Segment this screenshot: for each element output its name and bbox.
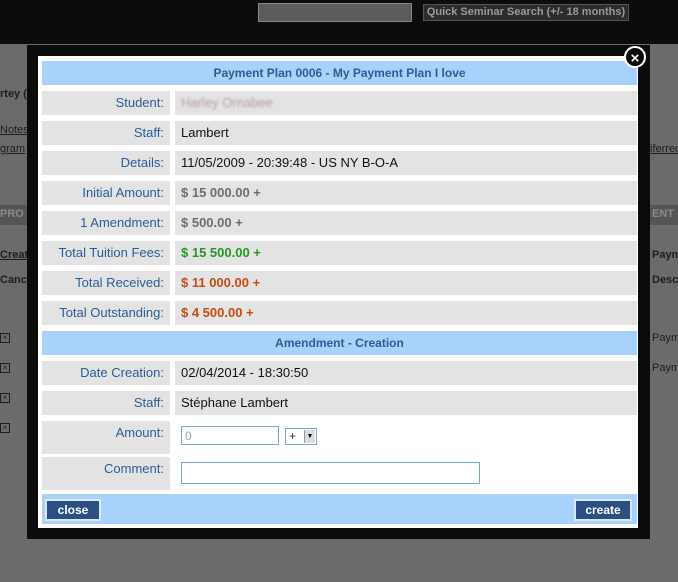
staff-label: Staff: <box>42 121 170 145</box>
background-text: PRO <box>0 208 24 220</box>
total-outstanding-value: $ 4 500.00 + <box>175 301 637 325</box>
background-delete-icon: × <box>0 423 10 433</box>
total-received-label: Total Received: <box>42 271 170 295</box>
initial-amount-value: $ 15 000.00 + <box>175 181 637 205</box>
total-tuition-value: $ 15 500.00 + <box>175 241 637 265</box>
amendment-section-title: Amendment - Creation <box>42 331 637 355</box>
date-creation-label: Date Creation: <box>42 361 170 385</box>
background-text: rtey ( <box>0 88 27 100</box>
amount-sign-select[interactable]: + ▼ <box>285 428 317 445</box>
background-text: ENT <box>652 208 674 220</box>
creation-staff-label: Staff: <box>42 391 170 415</box>
amendment-text: $ 500.00 + <box>181 215 243 230</box>
background-link: iferred <box>650 143 678 155</box>
initial-amount-label: Initial Amount: <box>42 181 170 205</box>
creation-staff-value: Stéphane Lambert <box>175 391 637 415</box>
amount-input[interactable]: 0 <box>181 426 279 445</box>
background-text: Paym <box>652 332 678 344</box>
background-link: Notes <box>0 124 29 136</box>
sign-selected-value: + <box>289 429 297 443</box>
background-link: gram <box>0 143 26 155</box>
student-name-redacted: Harley Ornabee <box>181 95 273 110</box>
total-outstanding-label: Total Outstanding: <box>42 301 170 325</box>
close-icon[interactable]: × <box>624 46 646 68</box>
background-text: Paym <box>652 249 678 261</box>
background-delete-icon: × <box>0 333 10 343</box>
date-creation-value: 02/04/2014 - 18:30:50 <box>175 361 637 385</box>
background-quick-search-button: Quick Seminar Search (+/- 18 months) <box>423 4 629 21</box>
create-button[interactable]: create <box>574 499 632 521</box>
modal-title: Payment Plan 0006 - My Payment Plan I lo… <box>42 61 637 85</box>
background-text: Desc <box>652 274 678 286</box>
comment-input[interactable] <box>181 462 480 484</box>
amendment-label: 1 Amendment: <box>42 211 170 235</box>
background-delete-icon: × <box>0 393 10 403</box>
total-received-value: $ 11 000.00 + <box>175 271 637 295</box>
close-button[interactable]: close <box>45 499 101 521</box>
background-search-input <box>258 3 412 22</box>
amendment-value: $ 500.00 + <box>175 211 637 235</box>
details-value: 11/05/2009 - 20:39:48 - US NY B-O-A <box>175 151 637 175</box>
total-tuition-text: $ 15 500.00 + <box>181 245 261 260</box>
total-outstanding-text: $ 4 500.00 + <box>181 305 254 320</box>
details-label: Details: <box>42 151 170 175</box>
background-text: Paym <box>652 362 678 374</box>
initial-amount-text: $ 15 000.00 + <box>181 185 261 200</box>
staff-value: Lambert <box>175 121 637 145</box>
background-delete-icon: × <box>0 363 10 373</box>
total-received-text: $ 11 000.00 + <box>181 275 261 290</box>
comment-label: Comment: <box>42 457 170 490</box>
total-tuition-label: Total Tuition Fees: <box>42 241 170 265</box>
amount-label: Amount: <box>42 421 170 454</box>
chevron-down-icon: ▼ <box>304 430 315 443</box>
student-value: Harley Ornabee <box>175 91 637 115</box>
modal-footer <box>42 494 637 524</box>
student-label: Student: <box>42 91 170 115</box>
